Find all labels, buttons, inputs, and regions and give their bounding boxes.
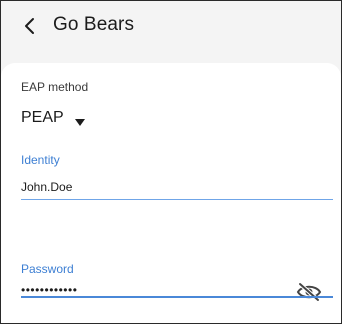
page-title: Go Bears [53, 14, 135, 35]
caret-down-icon [74, 114, 85, 126]
identity-input[interactable]: John.Doe [21, 177, 333, 197]
wifi-config-screen: Go Bears EAP method PEAP Identity John.D… [0, 0, 342, 324]
eap-method-value: PEAP [21, 109, 64, 126]
identity-label: Identity [21, 153, 60, 167]
identity-underline [21, 199, 333, 200]
app-header: Go Bears [1, 1, 341, 63]
password-label: Password [21, 262, 74, 276]
chevron-left-icon [19, 13, 41, 39]
password-visibility-toggle[interactable] [295, 281, 323, 303]
password-underline [21, 296, 333, 298]
eye-off-icon [295, 281, 323, 303]
password-input[interactable]: •••••••••••• [21, 283, 281, 303]
eap-method-label: EAP method [21, 80, 89, 94]
eap-method-dropdown[interactable]: PEAP [21, 107, 85, 129]
back-button[interactable] [19, 13, 41, 39]
